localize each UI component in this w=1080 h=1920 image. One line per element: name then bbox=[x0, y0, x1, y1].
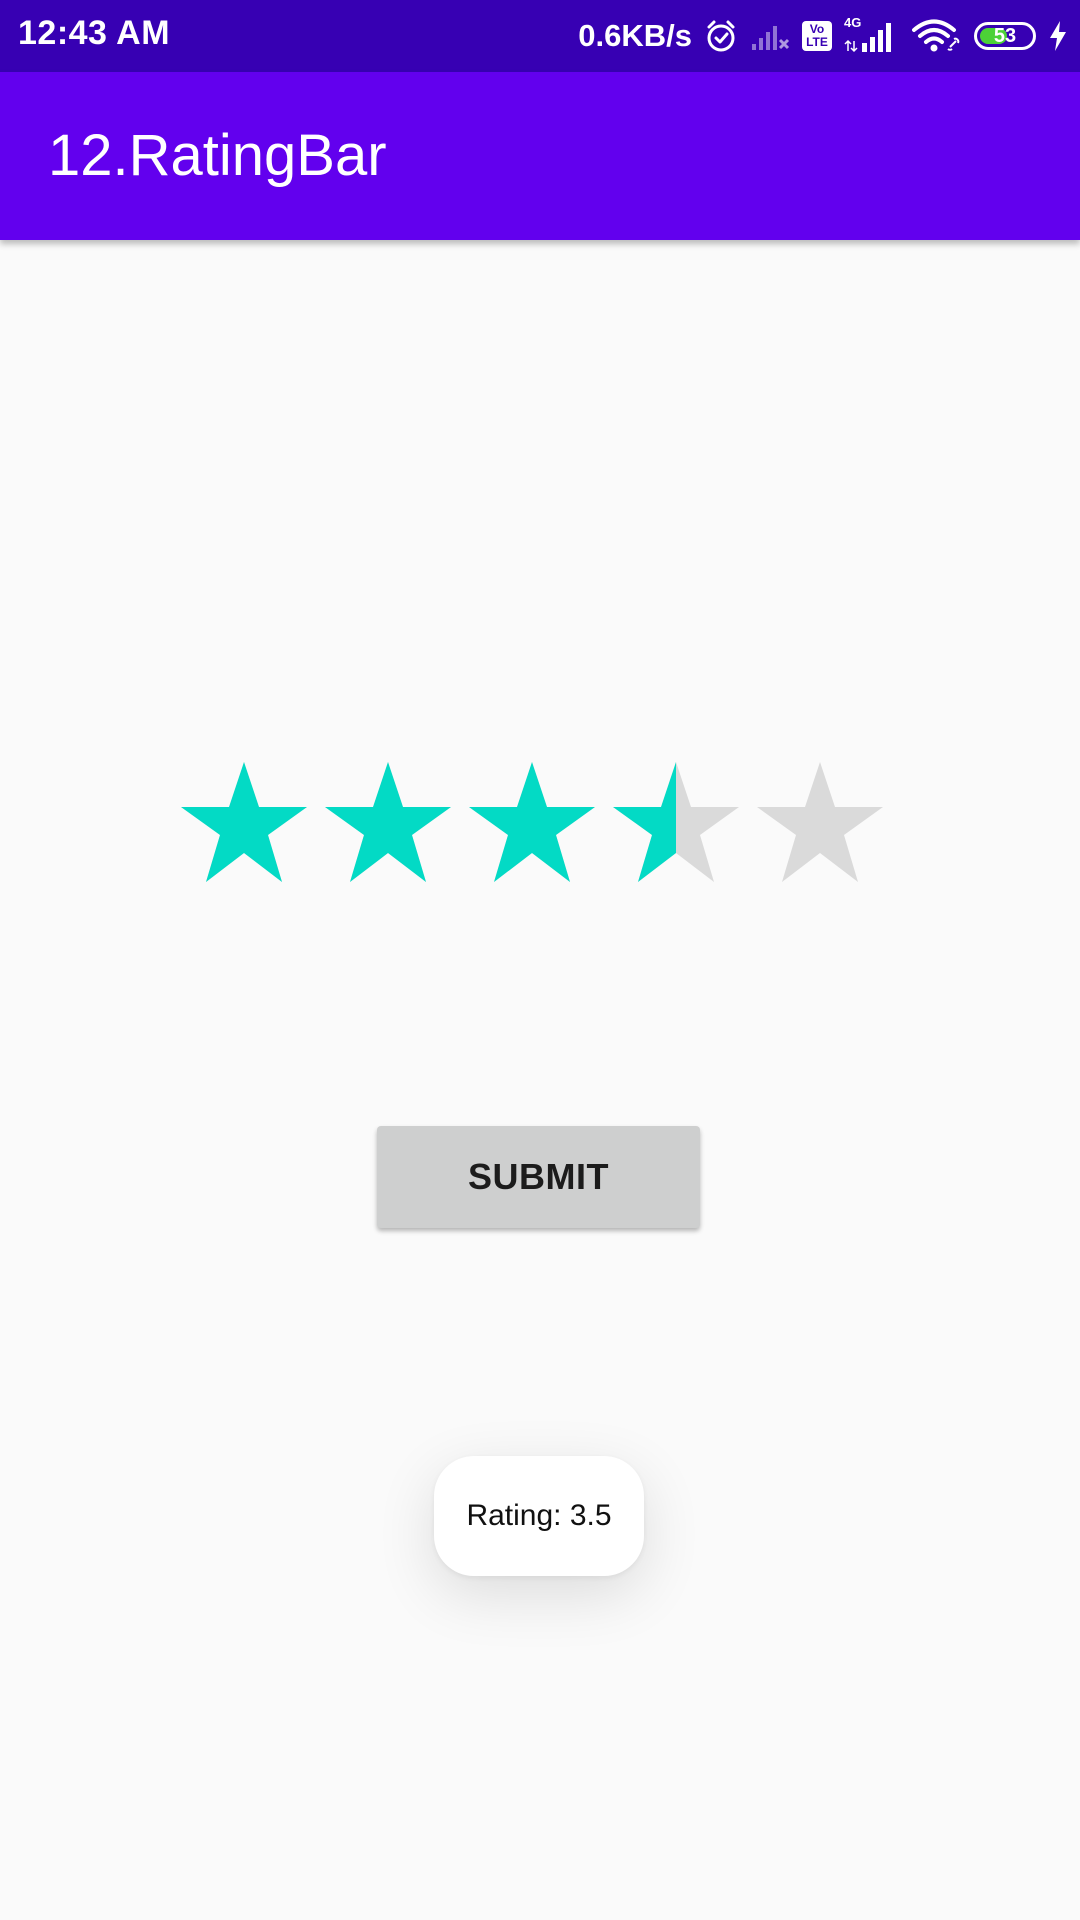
status-icons: 0.6KB/s Vo LTE 4G 53 bbox=[578, 12, 1068, 60]
star-empty-shape bbox=[757, 762, 883, 882]
alarm-icon bbox=[707, 20, 735, 52]
toast-text: Rating: 3.5 bbox=[466, 1499, 612, 1532]
star-filled-shape bbox=[325, 762, 451, 882]
volte-icon: Vo LTE bbox=[802, 21, 832, 51]
rating-star-4[interactable] bbox=[612, 762, 740, 886]
charging-icon bbox=[1050, 21, 1066, 51]
rating-star-1[interactable] bbox=[180, 762, 308, 886]
rating-star-3[interactable] bbox=[468, 762, 596, 886]
wifi-icon bbox=[912, 19, 960, 52]
battery-icon: 53 bbox=[974, 22, 1036, 50]
status-bar: 12:43 AM 0.6KB/s Vo LTE 4G 53 bbox=[0, 0, 1080, 72]
rating-star-2[interactable] bbox=[324, 762, 452, 886]
signal-no-sim-icon bbox=[752, 26, 790, 50]
battery-level: 53 bbox=[993, 25, 1017, 47]
toast: Rating: 3.5 bbox=[434, 1456, 644, 1576]
star-filled-shape bbox=[613, 762, 676, 882]
network-speed: 0.6KB/s bbox=[578, 18, 692, 53]
star-filled-shape bbox=[181, 762, 307, 882]
rating-star-5[interactable] bbox=[756, 762, 884, 886]
star-filled-shape bbox=[469, 762, 595, 882]
4g-signal-icon: 4G bbox=[844, 15, 900, 53]
status-time: 12:43 AM bbox=[18, 14, 171, 52]
volte-label-bottom: LTE bbox=[806, 35, 828, 49]
submit-button[interactable]: SUBMIT bbox=[377, 1126, 700, 1228]
app-title: 12.RatingBar bbox=[48, 123, 387, 188]
app-screen: 12:43 AM 0.6KB/s Vo LTE 4G 53 12.RatingB… bbox=[0, 0, 1080, 1920]
app-bar: 12.RatingBar bbox=[0, 72, 1080, 240]
rating-bar[interactable] bbox=[180, 762, 910, 892]
